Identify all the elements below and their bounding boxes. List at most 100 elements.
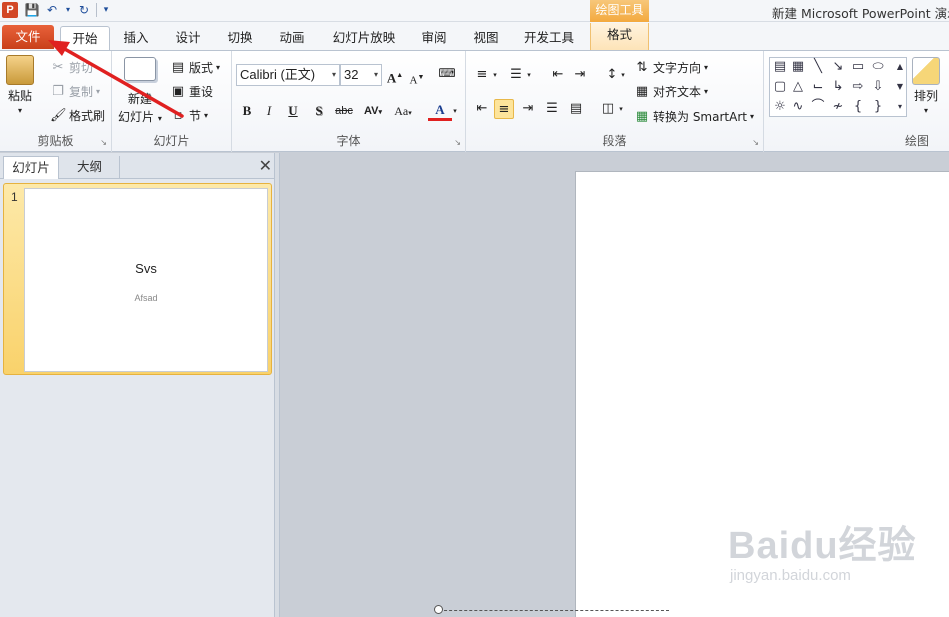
character-spacing-button[interactable]: AV▾ bbox=[360, 101, 386, 121]
panel-splitter[interactable] bbox=[274, 153, 280, 617]
font-color-button[interactable]: A bbox=[428, 101, 452, 121]
resize-handle[interactable] bbox=[434, 605, 443, 614]
gallery-down-icon[interactable]: ▼ bbox=[892, 80, 908, 94]
numbering-icon[interactable]: ☰ bbox=[506, 65, 526, 85]
columns-icon[interactable]: ◫ bbox=[598, 99, 618, 119]
elbow-connector-shape-icon[interactable]: ⌙ bbox=[810, 80, 826, 94]
format-painter-button[interactable]: 🖌 格式刷 bbox=[50, 107, 105, 124]
new-slide-button[interactable]: 新建 幻灯片 ▾ bbox=[118, 57, 162, 125]
tab-slideshow[interactable]: 幻灯片放映 bbox=[322, 26, 406, 51]
font-name-combo[interactable]: Calibri (正文) ▾ bbox=[236, 64, 340, 86]
justify-icon[interactable]: ☰ bbox=[542, 99, 562, 119]
new-slide-label-line2-wrap: 幻灯片 ▾ bbox=[118, 108, 162, 125]
rounded-rectangle-shape-icon[interactable]: ▢ bbox=[772, 80, 788, 94]
change-case-button[interactable]: Aa▾ bbox=[390, 101, 416, 121]
down-arrow-shape-icon[interactable]: ⇩ bbox=[870, 80, 886, 94]
section-button[interactable]: ▫ 节 ▾ bbox=[170, 107, 208, 124]
clipboard-launcher-icon[interactable]: ↘ bbox=[100, 138, 107, 147]
paragraph-launcher-icon[interactable]: ↘ bbox=[752, 138, 759, 147]
tab-insert[interactable]: 插入 bbox=[114, 26, 158, 51]
arc-shape-icon[interactable]: ⌒ bbox=[810, 100, 826, 114]
font-name-dropdown-icon[interactable]: ▾ bbox=[332, 65, 336, 85]
tab-outline[interactable]: 大纲 bbox=[60, 156, 120, 179]
paragraph-group: ≡ ▾ ☰ ▾ ⇤ ⇥ ↕ ▾ ⇤ ≡ ⇥ ☰ ▤ ◫ ▾ ⇅ 文字方向 ▾ ▦… bbox=[466, 51, 764, 152]
distributed-icon[interactable]: ▤ bbox=[566, 99, 586, 119]
line-shape-icon[interactable]: ╲ bbox=[810, 60, 826, 74]
curve-shape-icon[interactable]: ∿ bbox=[790, 100, 806, 114]
tab-design[interactable]: 设计 bbox=[166, 26, 210, 51]
left-brace-shape-icon[interactable]: { bbox=[850, 100, 866, 114]
grow-font-button[interactable]: A▲ bbox=[386, 65, 404, 85]
undo-dropdown-icon[interactable]: ▾ bbox=[64, 2, 72, 18]
vertical-textbox-shape-icon[interactable]: ▦ bbox=[790, 60, 806, 74]
bold-button[interactable]: B bbox=[238, 101, 256, 121]
callout-shape-icon[interactable]: ☼ bbox=[772, 100, 788, 114]
clear-formatting-button[interactable]: ⌨ bbox=[438, 63, 456, 83]
convert-smartart-button[interactable]: ▦ 转换为 SmartArt ▾ bbox=[634, 108, 754, 125]
font-launcher-icon[interactable]: ↘ bbox=[454, 138, 461, 147]
tab-slides[interactable]: 幻灯片 bbox=[3, 156, 59, 179]
cut-button[interactable]: ✂ 剪切 bbox=[50, 59, 93, 76]
save-icon[interactable]: 💾 bbox=[24, 2, 40, 18]
grow-font-label: A bbox=[386, 70, 397, 86]
underline-button[interactable]: U bbox=[284, 101, 302, 121]
text-direction-button[interactable]: ⇅ 文字方向 ▾ bbox=[634, 59, 708, 76]
arrow-line-shape-icon[interactable]: ↘ bbox=[830, 60, 846, 74]
font-color-dropdown-icon[interactable]: ▾ bbox=[450, 101, 460, 121]
bullets-icon[interactable]: ≡ bbox=[472, 65, 492, 85]
redo-icon[interactable]: ↻ bbox=[76, 2, 92, 18]
tab-animations[interactable]: 动画 bbox=[270, 26, 314, 51]
undo-icon[interactable]: ↶ bbox=[44, 2, 60, 18]
tab-review[interactable]: 审阅 bbox=[412, 26, 456, 51]
font-size-dropdown-icon[interactable]: ▾ bbox=[374, 65, 378, 85]
strikethrough-button[interactable]: abc bbox=[332, 101, 356, 121]
align-text-button[interactable]: ▦ 对齐文本 ▾ bbox=[634, 83, 708, 100]
increase-indent-icon[interactable]: ⇥ bbox=[570, 65, 590, 85]
line-spacing-dropdown-icon[interactable]: ▾ bbox=[618, 65, 628, 85]
wave-shape-icon[interactable]: ≁ bbox=[830, 100, 846, 114]
columns-dropdown-icon[interactable]: ▾ bbox=[616, 99, 626, 119]
panel-tabs: 幻灯片 大纲 ✕ bbox=[0, 153, 278, 179]
gallery-more-icon[interactable]: ▾ bbox=[892, 100, 908, 114]
shrink-font-button[interactable]: A▼ bbox=[408, 67, 426, 87]
align-right-icon[interactable]: ⇥ bbox=[518, 99, 538, 119]
italic-button[interactable]: I bbox=[260, 101, 278, 121]
triangle-shape-icon[interactable]: △ bbox=[790, 80, 806, 94]
bullets-dropdown-icon[interactable]: ▾ bbox=[490, 65, 500, 85]
text-direction-dropdown-icon: ▾ bbox=[704, 63, 709, 72]
new-slide-icon bbox=[123, 57, 156, 81]
watermark-brand: Baidu经验 bbox=[728, 525, 917, 567]
copy-button[interactable]: ❐ 复制 ▾ bbox=[50, 83, 100, 100]
customize-qat-icon[interactable]: ▾ bbox=[101, 2, 111, 18]
ribbon: 粘贴 ▾ ✂ 剪切 ❐ 复制 ▾ 🖌 格式刷 剪贴板 ↘ 新建 幻灯片 ▾ ▤ … bbox=[0, 50, 949, 152]
gallery-up-icon[interactable]: ▲ bbox=[892, 60, 908, 74]
tab-home[interactable]: 开始 bbox=[60, 26, 110, 51]
tab-file[interactable]: 文件 bbox=[2, 25, 54, 49]
align-left-icon[interactable]: ⇤ bbox=[472, 99, 492, 119]
tab-developer[interactable]: 开发工具 bbox=[518, 26, 580, 51]
right-brace-shape-icon[interactable]: } bbox=[870, 100, 886, 114]
tab-format[interactable]: 格式 bbox=[590, 23, 649, 51]
tab-view[interactable]: 视图 bbox=[464, 26, 508, 51]
powerpoint-app-icon[interactable]: P bbox=[2, 2, 18, 18]
numbering-dropdown-icon[interactable]: ▾ bbox=[524, 65, 534, 85]
elbow-arrow-shape-icon[interactable]: ↳ bbox=[830, 80, 846, 94]
shadow-button[interactable]: S bbox=[310, 101, 328, 121]
paste-button[interactable]: 粘贴 ▾ bbox=[6, 55, 34, 115]
rectangle-shape-icon[interactable]: ▭ bbox=[850, 60, 866, 74]
align-center-icon[interactable]: ≡ bbox=[494, 99, 514, 119]
slide-thumbnail-selected[interactable]: 1 Svs Afsad bbox=[3, 183, 272, 375]
decrease-indent-icon[interactable]: ⇤ bbox=[548, 65, 568, 85]
font-size-combo[interactable]: 32 ▾ bbox=[340, 64, 382, 86]
arrange-button[interactable]: 排列 ▾ bbox=[912, 57, 940, 115]
right-arrow-shape-icon[interactable]: ⇨ bbox=[850, 80, 866, 94]
section-label: 节 bbox=[189, 109, 202, 123]
close-icon[interactable]: ✕ bbox=[259, 156, 272, 175]
layout-button[interactable]: ▤ 版式 ▾ bbox=[170, 59, 220, 76]
reset-button[interactable]: ▣ 重设 bbox=[170, 83, 213, 100]
oval-shape-icon[interactable]: ⬭ bbox=[870, 60, 886, 74]
slide-thumbnail[interactable]: Svs Afsad bbox=[24, 188, 268, 372]
shapes-gallery[interactable]: ▤ ▦ ╲ ↘ ▭ ⬭ ▢ △ ⌙ ↳ ⇨ ⇩ ☼ ∿ ⌒ ≁ { } ▲ ▼ … bbox=[769, 57, 907, 117]
textbox-shape-icon[interactable]: ▤ bbox=[772, 60, 788, 74]
tab-transitions[interactable]: 切换 bbox=[218, 26, 262, 51]
